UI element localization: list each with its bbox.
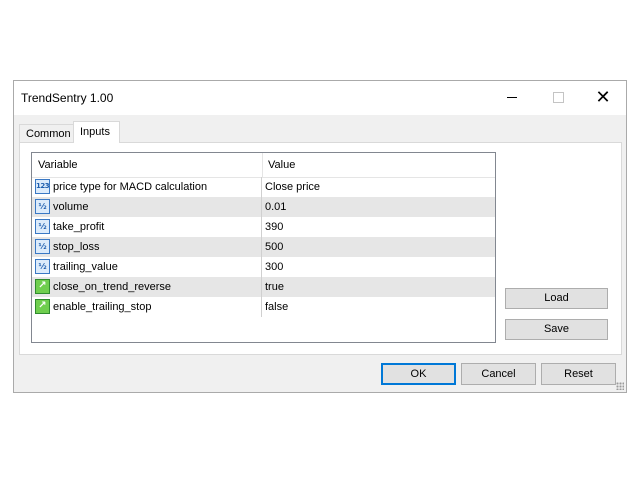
window-title: TrendSentry 1.00 xyxy=(21,91,114,105)
title-bar[interactable]: TrendSentry 1.00 ✕ xyxy=(14,81,626,115)
cell-divider xyxy=(261,217,262,237)
maximize-icon xyxy=(552,92,564,103)
variable-name: take_profit xyxy=(53,221,105,233)
minimize-button[interactable] xyxy=(489,81,535,114)
variable-name: volume xyxy=(53,201,89,213)
load-button[interactable]: Load xyxy=(505,288,608,309)
inputs-grid: Variable Value 123 price type for MACD c… xyxy=(31,152,496,343)
variable-value[interactable]: 390 xyxy=(265,217,283,237)
table-row[interactable]: ↗ close_on_trend_reverse true xyxy=(32,277,495,297)
variable-value[interactable]: false xyxy=(265,297,288,317)
table-row[interactable]: ½ stop_loss 500 xyxy=(32,237,495,257)
dialog-window: TrendSentry 1.00 ✕ Common Inputs Variabl… xyxy=(13,80,627,393)
cancel-button[interactable]: Cancel xyxy=(461,363,536,385)
variable-value[interactable]: 500 xyxy=(265,237,283,257)
table-row[interactable]: ↗ enable_trailing_stop false xyxy=(32,297,495,317)
fraction-type-icon: ½ xyxy=(35,259,50,274)
variable-name: close_on_trend_reverse xyxy=(53,281,172,293)
table-row[interactable]: ½ volume 0.01 xyxy=(32,197,495,217)
table-row[interactable]: ½ trailing_value 300 xyxy=(32,257,495,277)
cell-divider xyxy=(261,197,262,217)
resize-grip-icon[interactable] xyxy=(616,382,624,390)
tab-inputs[interactable]: Inputs xyxy=(73,121,120,143)
boolean-type-icon: ↗ xyxy=(35,299,50,314)
cell-divider xyxy=(261,177,262,197)
reset-button[interactable]: Reset xyxy=(541,363,616,385)
tab-common[interactable]: Common xyxy=(19,124,76,143)
minimize-icon xyxy=(507,97,517,98)
maximize-button[interactable] xyxy=(535,81,581,114)
cell-divider xyxy=(261,277,262,297)
variable-value[interactable]: Close price xyxy=(265,177,320,197)
fraction-type-icon: ½ xyxy=(35,219,50,234)
column-header-variable[interactable]: Variable xyxy=(38,153,78,177)
close-button[interactable]: ✕ xyxy=(580,81,626,114)
variable-name: stop_loss xyxy=(53,241,100,253)
boolean-type-icon: ↗ xyxy=(35,279,50,294)
fraction-type-icon: ½ xyxy=(35,199,50,214)
variable-name: trailing_value xyxy=(53,261,118,273)
integer-type-icon: 123 xyxy=(35,179,50,194)
table-row[interactable]: ½ take_profit 390 xyxy=(32,217,495,237)
variable-value[interactable]: true xyxy=(265,277,284,297)
inputs-tab-panel: Variable Value 123 price type for MACD c… xyxy=(19,142,622,355)
grid-header: Variable Value xyxy=(32,153,495,178)
variable-name: enable_trailing_stop xyxy=(53,301,152,313)
cell-divider xyxy=(261,237,262,257)
column-divider[interactable] xyxy=(262,153,263,177)
variable-value[interactable]: 0.01 xyxy=(265,197,286,217)
save-button[interactable]: Save xyxy=(505,319,608,340)
table-row[interactable]: 123 price type for MACD calculation Clos… xyxy=(32,177,495,197)
variable-name: price type for MACD calculation xyxy=(53,181,208,193)
cell-divider xyxy=(261,297,262,317)
fraction-type-icon: ½ xyxy=(35,239,50,254)
cell-divider xyxy=(261,257,262,277)
close-icon: ✕ xyxy=(595,87,611,107)
column-header-value[interactable]: Value xyxy=(268,153,295,177)
variable-value[interactable]: 300 xyxy=(265,257,283,277)
ok-button[interactable]: OK xyxy=(381,363,456,385)
